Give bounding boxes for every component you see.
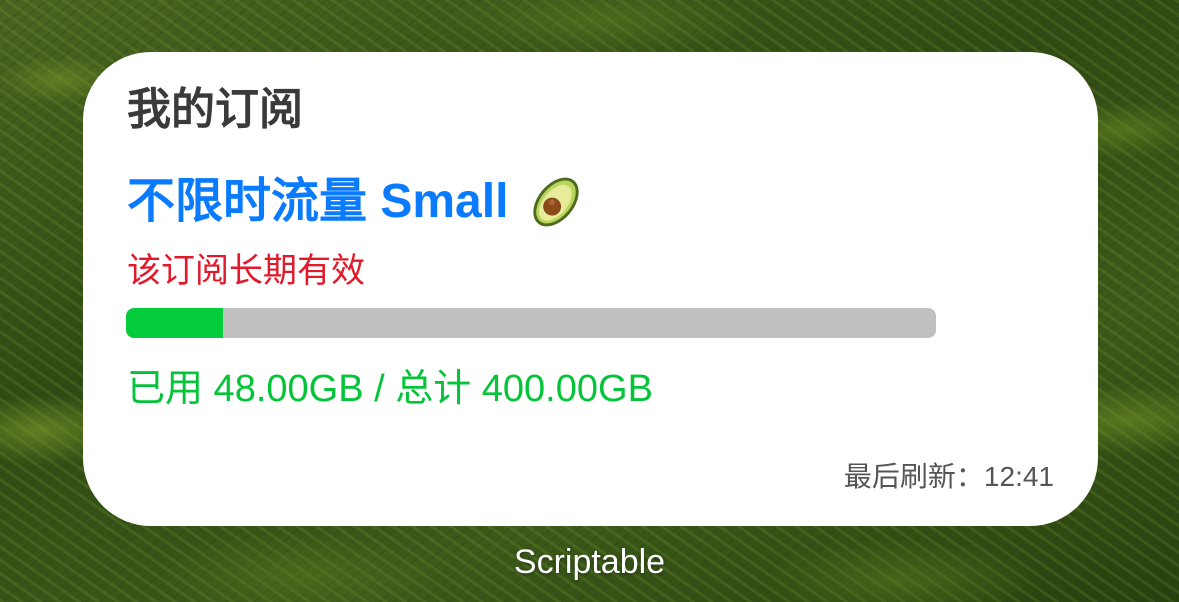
usage-progress-fill xyxy=(126,308,224,338)
usage-progress-bar xyxy=(126,308,936,338)
usage-text: 已用 48.00GB / 总计 400.00GB xyxy=(127,368,653,410)
plan-name: 不限时流量 Small xyxy=(127,175,509,228)
app-label: Scriptable xyxy=(513,543,666,581)
subscription-widget[interactable]: 我的订阅 不限时流量 Small 该订阅长期有效 已用 48.00GB / 总计… xyxy=(83,52,1098,526)
validity-text: 该订阅长期有效 xyxy=(127,252,365,290)
plan-row: 不限时流量 Small xyxy=(127,170,588,234)
last-refresh-text: 最后刷新：12:41 xyxy=(843,461,1054,492)
widget-title: 我的订阅 xyxy=(127,85,303,134)
avocado-icon xyxy=(524,170,588,234)
